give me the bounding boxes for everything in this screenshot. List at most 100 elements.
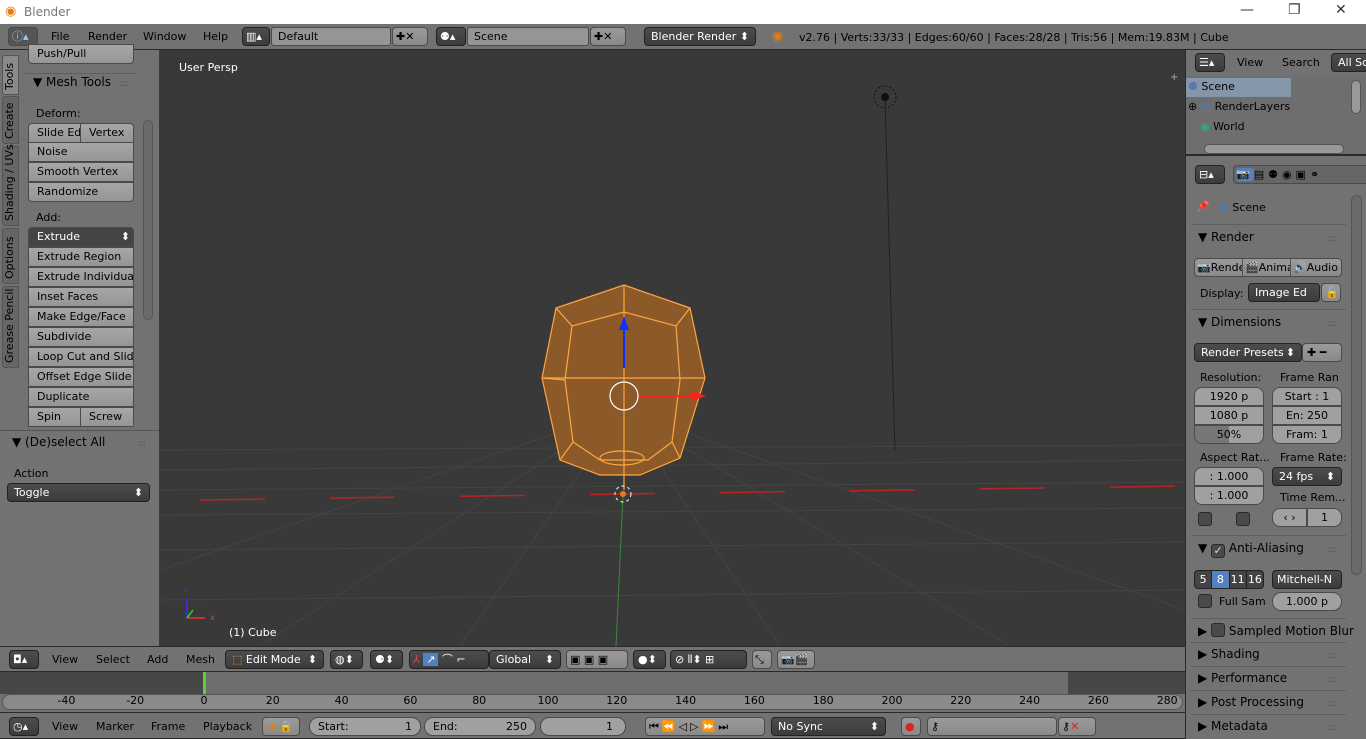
outliner-item-world[interactable]: ◉ World [1200, 120, 1245, 133]
anti-aliasing-checkbox[interactable]: ✓ [1211, 544, 1226, 558]
menu-file[interactable]: File [51, 30, 69, 43]
snap-buttons[interactable]: ⊘ ⫴⬍ ⊞ [670, 650, 747, 669]
vertex-slide-button[interactable]: Vertex [80, 123, 134, 143]
noise-button[interactable]: Noise [28, 142, 134, 162]
keying-set-field[interactable]: ⚷ [927, 717, 1057, 736]
subdivide-button[interactable]: Subdivide [28, 327, 134, 347]
dimensions-panel-header[interactable]: ▼ Dimensions [1198, 315, 1281, 329]
extrude-individual-button[interactable]: Extrude Individual [28, 267, 134, 287]
frame-rate-select[interactable]: 24 fps ⬍ [1272, 467, 1342, 486]
drag-grip-icon[interactable]: :::: [119, 79, 128, 89]
editor-type-timeline-icon[interactable]: ◷▴ [9, 717, 39, 736]
menu-view[interactable]: View [52, 720, 78, 733]
extrude-region-button[interactable]: Extrude Region [28, 247, 134, 267]
viewport-shading-select[interactable]: ◍⬍ [330, 650, 363, 669]
proportional-edit-select[interactable]: ●⬍ [633, 650, 666, 669]
mode-select[interactable]: ⬚ Edit Mode ⬍ [225, 650, 324, 669]
outliner-item-scene[interactable]: ⚉ Scene [1188, 80, 1235, 93]
scene-field[interactable]: Scene [467, 27, 589, 46]
mesh-tools-panel-header[interactable]: ▼ Mesh Tools [33, 75, 111, 89]
frame-start-field[interactable]: Start : 1 [1272, 387, 1342, 406]
render-buttons[interactable]: 📷Render 🎬Animation 🔊Audio [1194, 258, 1342, 277]
menu-playback[interactable]: Playback [203, 720, 252, 733]
action-select[interactable]: Toggle ⬍ [7, 483, 150, 502]
performance-panel-header[interactable]: ▶ Performance [1198, 671, 1287, 685]
frame-step-field[interactable]: Fram: 1 [1272, 425, 1342, 444]
keyframe-insert-delete-buttons[interactable]: ⚷✕ [1058, 717, 1096, 736]
frame-end-field[interactable]: En: 250 [1272, 406, 1342, 425]
extrude-menu[interactable]: Extrude ⬍ [28, 227, 134, 247]
tab-shading-uvs[interactable]: Shading / UVs [2, 144, 19, 226]
properties-scrollbar[interactable] [1351, 195, 1362, 575]
menu-select[interactable]: Select [96, 653, 130, 666]
operator-panel-header[interactable]: ▼ (De)select All [12, 435, 105, 449]
translate-icon[interactable]: ↗ [423, 653, 439, 666]
shading-panel-header[interactable]: ▶ Shading [1198, 647, 1260, 661]
render-engine-select[interactable]: Blender Render ⬍ [644, 27, 756, 46]
properties-context-tabs[interactable]: 📷▤⚉◉▣⚭ [1233, 165, 1366, 184]
menu-render[interactable]: Render [88, 30, 127, 43]
motion-blur-panel-header[interactable]: ▶ Sampled Motion Blur [1198, 623, 1354, 638]
render-opengl-buttons[interactable]: 📷🎬 [777, 650, 815, 669]
menu-add[interactable]: Add [147, 653, 168, 666]
duplicate-button[interactable]: Duplicate [28, 387, 134, 407]
menu-window[interactable]: Window [143, 30, 186, 43]
aspect-x-field[interactable]: : 1.000 [1194, 467, 1264, 486]
occlude-geometry-icon[interactable]: ⤡ [752, 650, 772, 669]
tab-grease-pencil[interactable]: Grease Pencil [2, 286, 19, 368]
render-tab-icon[interactable]: 📷 [1236, 168, 1254, 181]
render-audio-button[interactable]: 🔊Audio [1291, 259, 1341, 276]
metadata-panel-header[interactable]: ▶ Metadata [1198, 719, 1268, 733]
current-frame-indicator[interactable] [203, 672, 206, 694]
sync-mode-select[interactable]: No Sync ⬍ [771, 717, 886, 736]
record-button[interactable]: ● [901, 717, 921, 736]
tool-shelf-scrollbar[interactable] [143, 120, 153, 320]
push-pull-button[interactable]: Push/Pull [28, 44, 134, 64]
scene-icon[interactable]: ⚉▴ [436, 27, 466, 46]
aa-filter-select[interactable]: Mitchell-N [1272, 570, 1342, 589]
end-frame-field[interactable]: End: 250 [424, 717, 536, 736]
menu-mesh[interactable]: Mesh [186, 653, 215, 666]
timeline[interactable] [0, 672, 1185, 712]
outliner-h-scrollbar[interactable] [1204, 144, 1344, 154]
post-processing-panel-header[interactable]: ▶ Post Processing [1198, 695, 1304, 709]
render-panel-header[interactable]: ▼ Render [1198, 230, 1254, 244]
outliner-v-scrollbar[interactable] [1351, 80, 1361, 114]
inset-faces-button[interactable]: Inset Faces [28, 287, 134, 307]
preview-range-lock-buttons[interactable]: ◔ 🔒 [262, 717, 300, 736]
render-animation-button[interactable]: 🎬Animation [1243, 259, 1291, 276]
orientation-select[interactable]: Global ⬍ [489, 650, 561, 669]
render-image-button[interactable]: 📷Render [1195, 259, 1243, 276]
anti-aliasing-panel-header[interactable]: ▼ ✓ Anti-Aliasing [1198, 541, 1304, 558]
screw-button[interactable]: Screw [80, 407, 134, 427]
close-button[interactable]: ✕ [1335, 2, 1347, 18]
tab-tools[interactable]: Tools [2, 55, 19, 95]
randomize-button[interactable]: Randomize [28, 182, 134, 202]
outliner-item-renderlayers[interactable]: ⊕ ▤ RenderLayers [1188, 100, 1290, 113]
menu-search[interactable]: Search [1282, 56, 1320, 69]
editor-type-properties-icon[interactable]: ⊟▴ [1195, 165, 1225, 184]
slide-edge-button[interactable]: Slide Ed [28, 123, 81, 143]
current-frame-field[interactable]: 1 [540, 717, 626, 736]
filter-size-field[interactable]: 1.000 p [1272, 592, 1342, 611]
tab-options[interactable]: Options [2, 228, 19, 284]
render-presets-select[interactable]: Render Presets ⬍ [1194, 343, 1302, 362]
minimize-button[interactable]: — [1240, 2, 1254, 18]
editor-type-3d-icon[interactable]: ◘▴ [9, 650, 39, 669]
3d-viewport[interactable]: xz User Persp (1) Cube + [160, 50, 1185, 646]
layout-field[interactable]: Default [271, 27, 391, 46]
aa-sample-option[interactable]: 11 [1230, 571, 1247, 588]
resolution-percentage-slider[interactable]: 50% [1194, 425, 1264, 444]
preset-add-remove-buttons[interactable]: ✚ ━ [1302, 343, 1342, 362]
pivot-point-select[interactable]: ⚈⬍ [370, 650, 403, 669]
aa-sample-option[interactable]: 16 [1247, 571, 1263, 588]
editor-type-outliner-icon[interactable]: ☰▴ [1195, 53, 1225, 72]
start-frame-field[interactable]: Start: 1 [309, 717, 421, 736]
expand-sidebar-icon[interactable]: + [1170, 72, 1178, 83]
smooth-vertex-button[interactable]: Smooth Vertex [28, 162, 134, 182]
make-edge-face-button[interactable]: Make Edge/Face [28, 307, 134, 327]
lock-interface-icon[interactable]: 🔓 [1321, 283, 1341, 302]
drag-grip-icon[interactable]: :::: [137, 439, 146, 449]
playback-controls[interactable]: ⏮⏪◁▷⏩⏭ [645, 717, 765, 736]
spin-button[interactable]: Spin [28, 407, 81, 427]
